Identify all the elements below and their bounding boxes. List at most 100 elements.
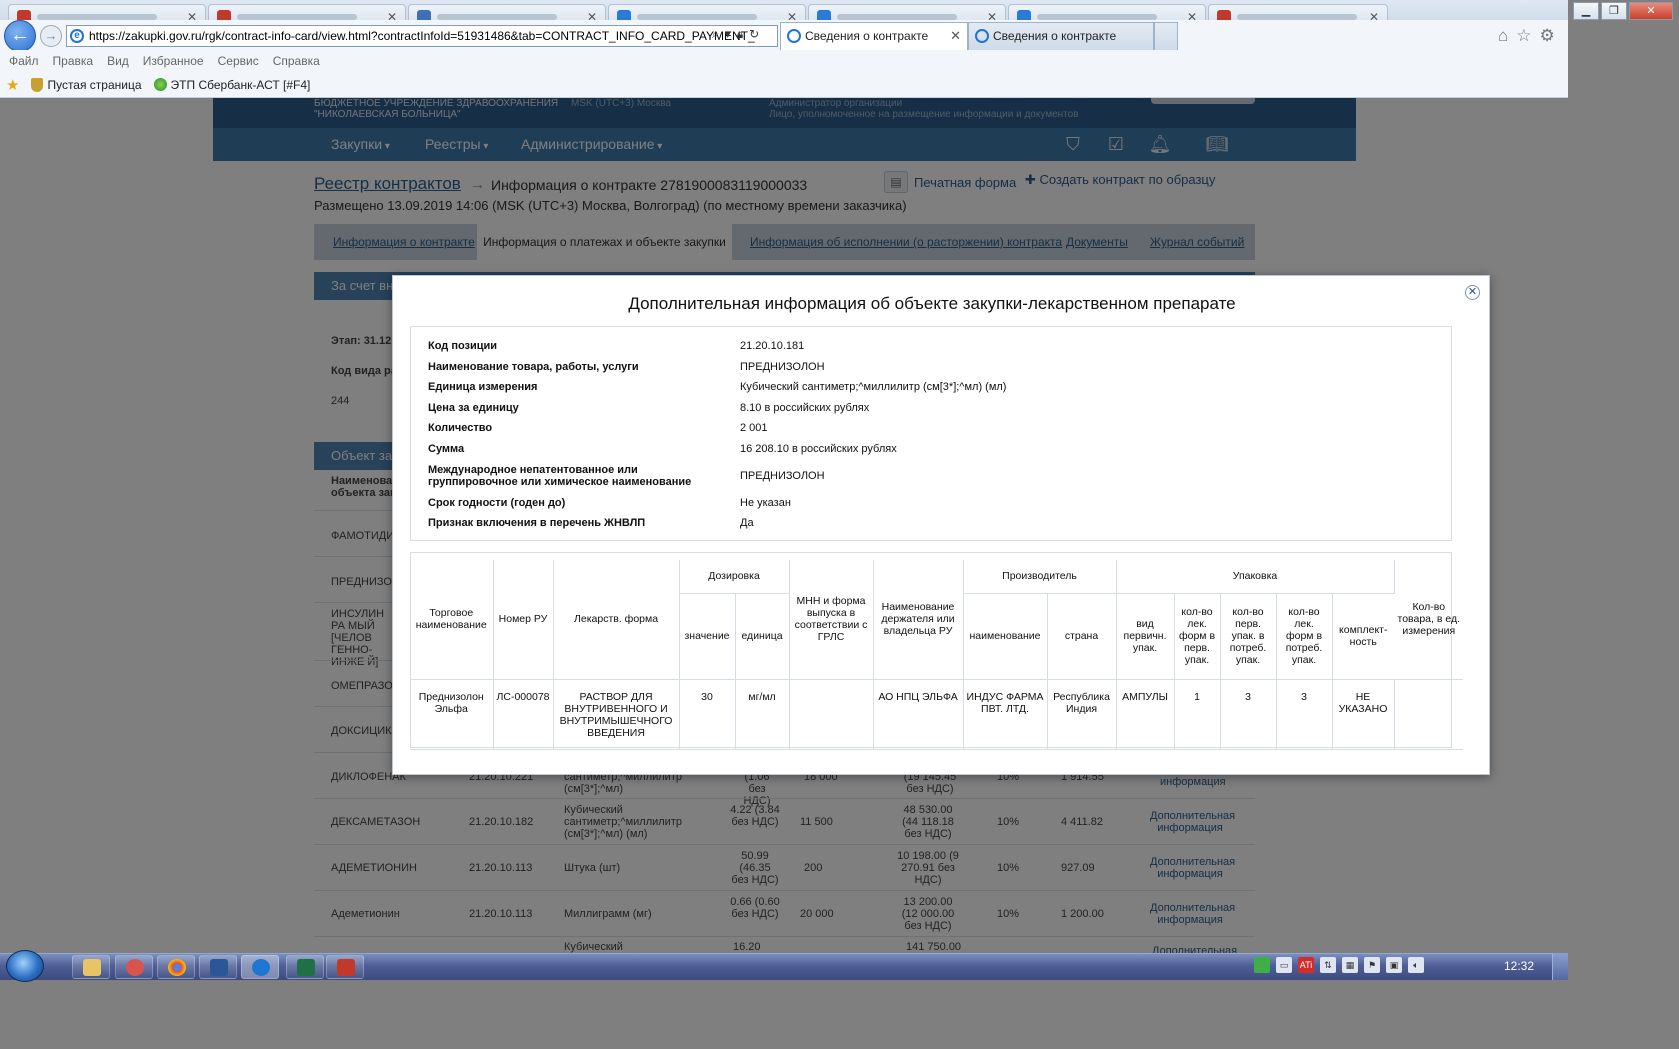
favorite-blank-page[interactable]: Пустая страница bbox=[31, 77, 142, 92]
back-button[interactable]: ← bbox=[4, 20, 36, 52]
favorites-bar: ★ Пустая страница ЭТП Сбербанк-АСТ [#F4] bbox=[0, 72, 1568, 98]
header-pack-forms: кол-во лек. форм в перв. упак. bbox=[1174, 593, 1221, 680]
cell-ru-number: ЛС-000078 bbox=[493, 679, 554, 750]
field-value: ПРЕДНИЗОЛОН bbox=[740, 361, 825, 373]
minimize-button[interactable]: ▁ bbox=[1573, 2, 1599, 20]
menu-help[interactable]: Справка bbox=[273, 50, 320, 72]
cell-holder: АО НПЦ ЭЛЬФА bbox=[873, 679, 964, 750]
forward-button[interactable]: → bbox=[40, 25, 62, 47]
header-holder: Наименование держателя или владельца РУ bbox=[873, 560, 964, 680]
taskbar-word[interactable] bbox=[199, 955, 237, 979]
show-desktop-button[interactable] bbox=[1552, 953, 1568, 980]
cell-pack-forms-cons: 3 bbox=[1276, 679, 1333, 750]
ie-page-icon: e bbox=[70, 29, 84, 43]
favorite-label: Пустая страница bbox=[47, 77, 142, 92]
field-value: Кубический сантиметр;^миллилитр (см[3*];… bbox=[740, 381, 1007, 393]
tab-title: Сведения о контракте bbox=[805, 29, 929, 43]
maximize-button[interactable]: ❐ bbox=[1601, 2, 1627, 20]
cell-mnn bbox=[789, 679, 874, 750]
header-pack-type: вид первичн. упак. bbox=[1116, 593, 1175, 680]
header-ru-number: Номер РУ bbox=[493, 560, 554, 680]
clock[interactable]: 12:32 bbox=[1497, 959, 1541, 973]
taskbar-chrome[interactable] bbox=[157, 955, 195, 979]
sync-icon[interactable] bbox=[1254, 957, 1270, 973]
search-icon[interactable]: ⌕ bbox=[712, 27, 719, 42]
new-tab-button[interactable] bbox=[1154, 22, 1178, 50]
field-label: Признак включения в перечень ЖНВЛП bbox=[428, 517, 646, 529]
favorites-star-icon[interactable]: ☆ bbox=[1516, 26, 1531, 46]
field-label: Срок годности (годен до) bbox=[428, 497, 566, 509]
cell-completeness: НЕ УКАЗАНО bbox=[1332, 679, 1395, 750]
field-value: Не указан bbox=[740, 497, 791, 509]
menu-view[interactable]: Вид bbox=[107, 50, 129, 72]
close-icon[interactable]: ✕ bbox=[1465, 285, 1480, 300]
keyboard-icon[interactable]: ▭ bbox=[1276, 957, 1292, 973]
ati-icon[interactable]: ATi bbox=[1298, 957, 1314, 973]
taskbar-acrobat[interactable] bbox=[326, 955, 364, 979]
favorites-star-icon[interactable]: ★ bbox=[6, 76, 19, 94]
dropdown-icon[interactable]: ▾ bbox=[725, 27, 731, 42]
menu-favorites[interactable]: Избранное bbox=[143, 50, 204, 72]
close-window-button[interactable]: ✕ bbox=[1629, 2, 1673, 20]
field-value: ПРЕДНИЗОЛОН bbox=[740, 470, 825, 482]
start-button[interactable] bbox=[6, 950, 44, 982]
network-icon[interactable]: ▦ bbox=[1342, 957, 1358, 973]
field-label: Количество bbox=[428, 422, 493, 434]
taskbar-ie[interactable] bbox=[241, 955, 279, 979]
field-label: Код позиции bbox=[428, 340, 498, 352]
field-value: 8.10 в российских рублях bbox=[740, 402, 870, 414]
favorite-sberbank-ast[interactable]: ЭТП Сбербанк-АСТ [#F4] bbox=[153, 77, 311, 92]
display-icon[interactable]: ▣ bbox=[1386, 957, 1402, 973]
cell-dose-value: 30 bbox=[679, 679, 736, 750]
cell-pack-forms: 1 bbox=[1174, 679, 1221, 750]
menu-tools[interactable]: Сервис bbox=[218, 50, 259, 72]
gear-icon[interactable]: ⚙ bbox=[1540, 26, 1555, 46]
header-group-package: Упаковка bbox=[1116, 560, 1395, 594]
system-tray: ▭ ATi ⇅ ▦ ⚑ ▣ 🔈︎ bbox=[1254, 957, 1424, 973]
field-value: 16 208.10 в российских рублях bbox=[740, 443, 897, 455]
taskbar-excel[interactable] bbox=[286, 955, 324, 979]
table-row: Преднизолон Эльфа ЛС-000078 РАСТВОР ДЛЯ … bbox=[410, 679, 1464, 750]
field-value: Да bbox=[740, 517, 754, 529]
lock-icon[interactable]: 🔒︎ bbox=[737, 27, 743, 42]
browser-tab[interactable]: Сведения о контракте bbox=[968, 22, 1154, 50]
sberbank-icon bbox=[153, 78, 167, 91]
field-value: 21.20.10.181 bbox=[740, 340, 805, 352]
menu-bar: Файл Правка Вид Избранное Сервис Справка bbox=[0, 50, 1568, 72]
field-label: Цена за единицу bbox=[428, 402, 519, 414]
cell-trade-name: Преднизолон Эльфа bbox=[410, 679, 494, 750]
home-icon[interactable]: ⌂ bbox=[1498, 26, 1508, 46]
close-tab-icon[interactable]: ✕ bbox=[950, 23, 961, 49]
menu-file[interactable]: Файл bbox=[9, 50, 39, 72]
address-bar[interactable]: https://zakupki.gov.ru/rgk/contract-info… bbox=[66, 25, 778, 47]
menu-edit[interactable]: Правка bbox=[53, 50, 94, 72]
cell-mfr-name: ИНДУС ФАРМА ПВТ. ЛТД. bbox=[963, 679, 1048, 750]
header-qty-units: Кол-во товара, в ед. измерения bbox=[1394, 560, 1464, 680]
usb-icon[interactable]: ⇅ bbox=[1320, 957, 1336, 973]
drug-info-fields: Код позиции 21.20.10.181 Наименование то… bbox=[410, 326, 1452, 541]
volume-icon[interactable]: 🔈︎ bbox=[1408, 957, 1424, 973]
header-dose-unit: единица bbox=[735, 593, 790, 680]
drug-table: Торговое наименование Номер РУ Лекарств.… bbox=[410, 560, 1464, 750]
cell-qty-units bbox=[1394, 679, 1464, 750]
taskbar-app[interactable] bbox=[115, 955, 153, 979]
browser-tab-active[interactable]: Сведения о контракте ✕ bbox=[780, 22, 968, 50]
field-label: Наименование товара, работы, услуги bbox=[428, 361, 639, 373]
header-mnn: МНН и форма выпуска в соответствии с ГРЛ… bbox=[789, 560, 874, 680]
modal-title: Дополнительная информация об объекте зак… bbox=[628, 294, 1236, 313]
browser-toolbar-icons: ⌂ ☆ ⚙ bbox=[1498, 26, 1555, 46]
header-group-dosage: Дозировка bbox=[679, 560, 790, 594]
header-dose-value: значение bbox=[679, 593, 736, 680]
cell-pack-type: АМПУЛЫ bbox=[1116, 679, 1175, 750]
flag-icon[interactable]: ⚑ bbox=[1364, 957, 1380, 973]
field-label: Сумма bbox=[428, 443, 465, 455]
header-completeness: комплект-ность bbox=[1332, 593, 1395, 680]
favorite-label: ЭТП Сбербанк-АСТ [#F4] bbox=[170, 77, 311, 92]
field-label: Международное непатентованное или группи… bbox=[428, 464, 692, 488]
header-mfr-country: страна bbox=[1047, 593, 1117, 680]
refresh-icon[interactable]: ↻ bbox=[749, 27, 759, 42]
header-group-manufacturer: Производитель bbox=[963, 560, 1117, 594]
cell-pack-cons: 3 bbox=[1220, 679, 1277, 750]
header-form: Лекарств. форма bbox=[553, 560, 680, 680]
taskbar-explorer[interactable] bbox=[72, 955, 110, 979]
